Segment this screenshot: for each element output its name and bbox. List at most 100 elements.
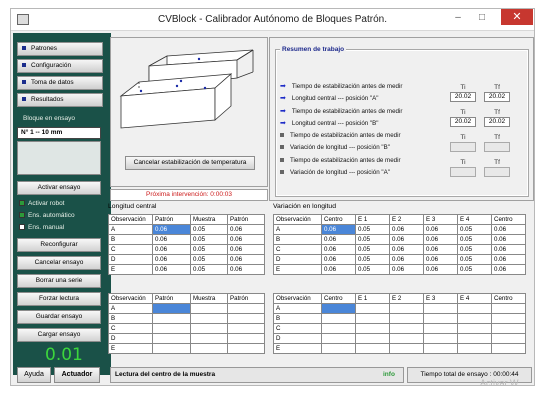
- table-cell[interactable]: [423, 323, 458, 334]
- checkbox-ens-manual[interactable]: Ens. manual: [19, 224, 64, 231]
- table-row[interactable]: D 0.06 0.05 0.06 0.06 0.05 0.06: [273, 254, 526, 265]
- actuador-button[interactable]: Actuador: [54, 367, 100, 383]
- table-cell[interactable]: 0.06: [389, 224, 424, 235]
- table-cell[interactable]: 0.05: [355, 244, 390, 255]
- table-row[interactable]: B 0.06 0.05 0.06 0.06 0.05 0.06: [273, 234, 526, 245]
- table-row[interactable]: E: [273, 343, 526, 354]
- table-row[interactable]: C 0.06 0.05 0.06: [108, 244, 265, 255]
- block-select[interactable]: N° 1 -- 10 mm: [17, 127, 101, 139]
- table-row[interactable]: D: [273, 333, 526, 344]
- table-cell[interactable]: 0.05: [190, 254, 228, 265]
- table-cell[interactable]: 0.05: [457, 264, 492, 275]
- row-label[interactable]: C: [108, 244, 153, 255]
- activar-ensayo-button[interactable]: Activar ensayo: [17, 181, 101, 195]
- table-cell[interactable]: 0.06: [227, 234, 265, 245]
- table-row[interactable]: E: [108, 343, 265, 354]
- close-button[interactable]: ✕: [501, 9, 533, 25]
- table-cell[interactable]: 0.06: [389, 234, 424, 245]
- table-cell[interactable]: 0.06: [423, 254, 458, 265]
- table-cell[interactable]: 0.06: [423, 264, 458, 275]
- row-label[interactable]: E: [273, 264, 322, 275]
- table-cell[interactable]: 0.05: [355, 234, 390, 245]
- table-cell[interactable]: 0.06: [423, 234, 458, 245]
- table-row[interactable]: A: [108, 303, 265, 314]
- nav-configuracion[interactable]: Configuración: [17, 59, 103, 73]
- table-cell[interactable]: 0.05: [355, 264, 390, 275]
- table-cell[interactable]: [423, 303, 458, 314]
- table-cell[interactable]: [321, 343, 356, 354]
- table-cell[interactable]: 0.06: [152, 234, 191, 245]
- block-list[interactable]: [17, 141, 101, 175]
- table-cell[interactable]: 0.06: [152, 224, 191, 235]
- table-cell[interactable]: [227, 303, 265, 314]
- table-cell[interactable]: [321, 333, 356, 344]
- table-cell[interactable]: 0.06: [321, 234, 356, 245]
- row-label[interactable]: B: [108, 234, 153, 245]
- table-row[interactable]: A 0.06 0.05 0.06 0.06 0.05 0.06: [273, 224, 526, 235]
- table-cell[interactable]: 0.05: [190, 244, 228, 255]
- row-label[interactable]: B: [273, 313, 322, 324]
- table-cell[interactable]: 0.06: [491, 244, 526, 255]
- guardar-ensayo-button[interactable]: Guardar ensayo: [17, 310, 101, 324]
- table-cell[interactable]: 0.06: [423, 244, 458, 255]
- table-cell[interactable]: [389, 333, 424, 344]
- table-cell[interactable]: [152, 323, 191, 334]
- nav-resultados[interactable]: Resultados: [17, 93, 103, 107]
- table-row[interactable]: E 0.06 0.05 0.06 0.06 0.05 0.06: [273, 264, 526, 275]
- table-cell[interactable]: [389, 323, 424, 334]
- table-cell[interactable]: [355, 303, 390, 314]
- table-cell[interactable]: [227, 313, 265, 324]
- table-row[interactable]: A: [273, 303, 526, 314]
- borrar-serie-button[interactable]: Borrar una serie: [17, 274, 101, 288]
- minimize-button[interactable]: –: [447, 11, 469, 25]
- table-cell[interactable]: 0.06: [227, 244, 265, 255]
- table-cell[interactable]: 0.06: [389, 254, 424, 265]
- table-cell[interactable]: [491, 333, 526, 344]
- table-cell[interactable]: [152, 313, 191, 324]
- table-cell[interactable]: [321, 303, 356, 314]
- table-cell[interactable]: [321, 313, 356, 324]
- row-label[interactable]: C: [273, 323, 322, 334]
- table-cell[interactable]: 0.06: [227, 254, 265, 265]
- table-cell[interactable]: [190, 333, 228, 344]
- row-label[interactable]: E: [273, 343, 322, 354]
- row-label[interactable]: A: [273, 303, 322, 314]
- table-cell[interactable]: 0.06: [152, 264, 191, 275]
- forzar-lectura-button[interactable]: Forzar lectura: [17, 292, 101, 306]
- table-cell[interactable]: 0.06: [491, 254, 526, 265]
- row-label[interactable]: E: [108, 264, 153, 275]
- table-cell[interactable]: 0.05: [190, 234, 228, 245]
- table-cell[interactable]: 0.06: [321, 224, 356, 235]
- table-cell[interactable]: [227, 333, 265, 344]
- row-label[interactable]: C: [273, 244, 322, 255]
- table-cell[interactable]: [457, 333, 492, 344]
- table-cell[interactable]: 0.05: [457, 224, 492, 235]
- table-cell[interactable]: [355, 313, 390, 324]
- table-cell[interactable]: [389, 343, 424, 354]
- row-label[interactable]: A: [108, 224, 153, 235]
- table-cell[interactable]: [457, 303, 492, 314]
- cancel-stabilization-button[interactable]: Cancelar estabilización de temperatura: [125, 156, 255, 170]
- table-cell[interactable]: [190, 323, 228, 334]
- table-cell[interactable]: [321, 323, 356, 334]
- row-label[interactable]: B: [108, 313, 153, 324]
- row-label[interactable]: E: [108, 343, 153, 354]
- table-cell[interactable]: [457, 323, 492, 334]
- table-cell[interactable]: 0.06: [389, 264, 424, 275]
- row-label[interactable]: A: [108, 303, 153, 314]
- table-row[interactable]: D 0.06 0.05 0.06: [108, 254, 265, 265]
- table-cell[interactable]: [355, 333, 390, 344]
- table-cell[interactable]: [389, 313, 424, 324]
- cancelar-ensayo-button[interactable]: Cancelar ensayo: [17, 256, 101, 270]
- row-label[interactable]: D: [273, 333, 322, 344]
- table-row[interactable]: B 0.06 0.05 0.06: [108, 234, 265, 245]
- table-cell[interactable]: 0.06: [491, 264, 526, 275]
- table-cell[interactable]: [491, 313, 526, 324]
- table-row[interactable]: D: [108, 333, 265, 344]
- table-cell[interactable]: [227, 323, 265, 334]
- row-label[interactable]: A: [273, 224, 322, 235]
- table-cell[interactable]: 0.05: [457, 244, 492, 255]
- row-label[interactable]: D: [108, 254, 153, 265]
- table-cell[interactable]: [190, 303, 228, 314]
- table-cell[interactable]: 0.06: [152, 244, 191, 255]
